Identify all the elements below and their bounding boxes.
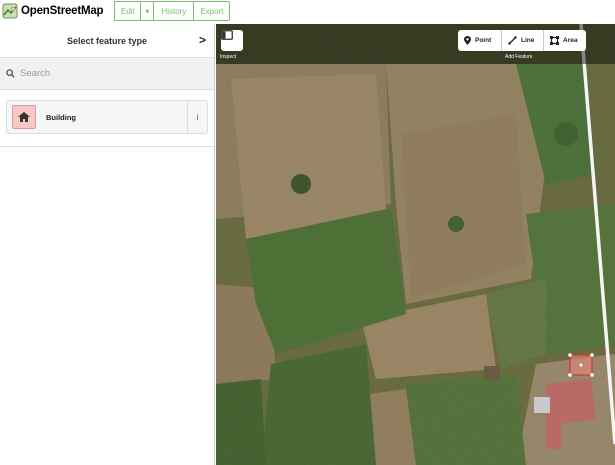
top-navbar: OpenStreetMap Edit ▾ History Export	[0, 0, 615, 22]
map-top-toolbar: Inspect Point Line Area Add Feature	[216, 24, 615, 64]
add-point-button[interactable]: Point	[458, 30, 502, 51]
history-tab[interactable]: History	[154, 1, 195, 21]
add-line-label: Line	[521, 37, 535, 44]
osm-logo-icon	[2, 3, 18, 19]
edit-tab[interactable]: Edit	[114, 1, 142, 21]
preset-search-input[interactable]	[20, 63, 200, 84]
sidebar-title: Select feature type	[66, 35, 148, 46]
export-tab[interactable]: Export	[194, 1, 231, 21]
house-icon	[12, 105, 36, 129]
point-pin-icon	[464, 36, 471, 45]
edit-dropdown-caret[interactable]: ▾	[141, 1, 155, 21]
close-panel-button[interactable]: >	[199, 33, 206, 47]
area-icon	[550, 36, 559, 45]
osm-logo-text: OpenStreetMap	[21, 5, 104, 17]
osm-logo[interactable]: OpenStreetMap	[2, 0, 104, 22]
preset-button[interactable]: Building	[7, 101, 187, 133]
satellite-imagery	[216, 24, 615, 465]
add-area-label: Area	[563, 37, 578, 44]
sidebar-toggle-icon	[221, 30, 233, 40]
add-feature-group: Point Line Area	[458, 30, 586, 51]
preset-list: Building i	[0, 90, 214, 147]
preset-item-building[interactable]: Building i	[6, 100, 208, 134]
preset-info-button[interactable]: i	[187, 101, 207, 133]
inspect-button[interactable]	[221, 30, 243, 51]
add-feature-label: Add Feature	[505, 54, 533, 60]
add-area-button[interactable]: Area	[544, 30, 586, 51]
preset-search-bar	[0, 58, 214, 90]
line-icon	[508, 36, 517, 45]
map-canvas[interactable]: Inspect Point Line Area Add Feature	[216, 24, 615, 465]
search-icon	[2, 69, 18, 78]
nav-tabs: Edit ▾ History Export	[114, 1, 231, 21]
sidebar-header: Select feature type >	[0, 24, 214, 58]
inspect-label: Inspect	[220, 54, 237, 60]
preset-label: Building	[46, 112, 76, 122]
add-point-label: Point	[475, 37, 492, 44]
sidebar: Select feature type > Building i	[0, 24, 215, 465]
add-line-button[interactable]: Line	[502, 30, 544, 51]
